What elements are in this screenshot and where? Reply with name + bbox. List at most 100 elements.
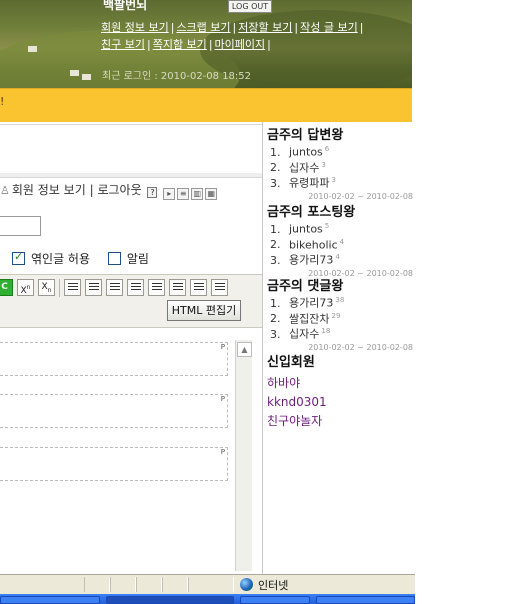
section-title: 금주의 댓글왕 (267, 279, 344, 294)
align-left-icon[interactable] (64, 279, 81, 296)
link-separator: | (359, 21, 364, 34)
ranking-list: 1. 용가리73 38 2. 쌀집잔차 29 3. 십자수 18 (267, 294, 413, 341)
paragraph-block[interactable]: P (0, 394, 228, 428)
status-cell (110, 577, 136, 592)
html-editor-button[interactable]: HTML 편집기 (167, 300, 241, 321)
status-cell (136, 577, 162, 592)
link-mypage[interactable]: 마이페이지 (215, 38, 266, 51)
taskbar-item[interactable] (240, 596, 310, 604)
section-title: 금주의 답변왕 (267, 128, 344, 143)
paragraph-marker: P (220, 448, 225, 456)
member-logout-link[interactable]: 로그아웃 (97, 183, 141, 197)
text-input[interactable] (0, 216, 41, 236)
ranking-item[interactable]: 1. 용가리73 38 (267, 294, 413, 310)
align-center-icon[interactable] (85, 279, 102, 296)
paragraph-marker: P (220, 343, 225, 351)
ranking-item[interactable]: 1. juntos 5 (267, 220, 413, 236)
ranking-item[interactable]: 3. 용가리73 4 (267, 251, 413, 267)
status-cell (84, 577, 110, 592)
ranking-item[interactable]: 2. bikeholic 4 (267, 236, 413, 252)
link-friends[interactable]: 친구 보기 (101, 38, 145, 51)
notify-checkbox[interactable] (107, 252, 121, 265)
link-scrap[interactable]: 스크랩 보기 (176, 21, 230, 34)
header-links-row1: 회원 정보 보기 | 스크랩 보기 | 저장할 보기 | 작성 글 보기 | (101, 19, 365, 35)
unordered-list-icon[interactable] (169, 279, 186, 296)
system-tray[interactable] (316, 596, 415, 604)
editor-content-area[interactable]: P P P (0, 331, 235, 571)
right-sidebar: 금주의 답변왕 1. juntos 6 2. 십자수 3 3. 유령파파 3 2010-02… (262, 122, 415, 574)
ranking-list: 1. juntos 6 2. 십자수 3 3. 유령파파 3 (267, 143, 413, 190)
ranking-list: 1. juntos 5 2. bikeholic 4 3. 용가리73 4 (267, 220, 413, 267)
member-separator: | (89, 183, 94, 197)
align-right-icon[interactable] (106, 279, 123, 296)
globe-icon (240, 578, 253, 591)
posting-kings-section: 금주의 포스팅왕 1. juntos 5 2. bikeholic 4 3. 용가리73 4… (267, 201, 413, 278)
scroll-up-icon[interactable]: ▲ (237, 342, 252, 357)
link-messages[interactable]: 쪽지함 보기 (153, 38, 207, 51)
status-cell (162, 577, 188, 592)
logout-button[interactable]: LOG OUT (228, 0, 272, 13)
link-saved[interactable]: 저장할 보기 (238, 21, 292, 34)
outside-window-area (415, 0, 512, 604)
link-separator: | (232, 21, 237, 34)
ranking-item[interactable]: 3. 유령파파 3 (267, 174, 413, 190)
security-zone-label: 인터넷 (258, 579, 289, 592)
member-toolbar: ♙ 회원 정보 보기 | 로그아웃 ? ▸ ≡ ▥ ▦ (0, 181, 262, 200)
banner-house (70, 70, 79, 76)
align-justify-icon[interactable] (127, 279, 144, 296)
columns-icon[interactable]: ▥ (191, 188, 204, 200)
header-banner: 백팔번뇌 LOG OUT 회원 정보 보기 | 스크랩 보기 | 저장할 보기 | 작성 글… (0, 0, 412, 88)
new-members-section: 신입회원 하바야 kknd0301 친구야놀자 (267, 351, 413, 431)
windows-taskbar (0, 594, 415, 604)
outdent-icon[interactable] (190, 279, 207, 296)
editor-scrollbar[interactable]: ▲ (235, 340, 252, 571)
superscript-button[interactable]: Xn (17, 279, 34, 296)
post-options: 엮인글 허용 알림 (12, 250, 149, 267)
toolbar-separator (59, 279, 60, 297)
link-separator: | (267, 38, 271, 51)
ranking-item[interactable]: 2. 쌀집잔차 29 (267, 310, 413, 326)
media-icon[interactable]: ▸ (163, 188, 176, 200)
link-member-info[interactable]: 회원 정보 보기 (101, 21, 169, 34)
grid-icon[interactable]: ▦ (205, 188, 218, 200)
banner-house (82, 74, 91, 80)
new-member-link[interactable]: 하바야 (267, 374, 413, 393)
ranking-item[interactable]: 2. 십자수 3 (267, 159, 413, 175)
color-button[interactable]: C (0, 279, 13, 296)
member-info-link[interactable]: 회원 정보 보기 (12, 183, 86, 197)
blog-title: 백팔번뇌 (103, 0, 148, 12)
trackback-checkbox[interactable] (12, 250, 25, 265)
status-cell (188, 577, 234, 592)
link-separator: | (294, 21, 299, 34)
divider (0, 173, 262, 177)
indent-icon[interactable] (211, 279, 228, 296)
browser-status-bar: 인터넷 (0, 574, 415, 594)
list-icon[interactable]: ≡ (177, 188, 190, 200)
section-title: 신입회원 (267, 355, 315, 370)
editor-title-area (0, 124, 262, 178)
link-separator: | (146, 38, 151, 51)
paragraph-marker: P (220, 395, 225, 403)
editor-toolbar: C Xn Xn HTML 편집기 (0, 274, 262, 328)
new-member-link[interactable]: 친구야놀자 (267, 412, 413, 431)
trackback-label: 엮인글 허용 (31, 252, 91, 266)
date-range: 2010-02-02 ~ 2010-02-08 (308, 191, 413, 201)
new-member-link[interactable]: kknd0301 (267, 393, 413, 412)
link-separator: | (208, 38, 213, 51)
taskbar-item[interactable] (0, 596, 100, 604)
ranking-item[interactable]: 3. 십자수 18 (267, 325, 413, 341)
yellow-bar-marker: ! (0, 95, 5, 108)
comment-kings-section: 금주의 댓글왕 1. 용가리73 38 2. 쌀집잔차 29 3. 십자수 18 2010-… (267, 275, 413, 352)
paragraph-block[interactable]: P (0, 342, 228, 376)
new-member-list: 하바야 kknd0301 친구야놀자 (267, 374, 413, 431)
link-my-posts[interactable]: 작성 글 보기 (300, 21, 358, 34)
last-login-text: 최근 로그인 : 2010-02-08 18:52 (102, 71, 252, 82)
help-icon[interactable]: ? (147, 187, 158, 198)
subscript-button[interactable]: Xn (38, 279, 55, 296)
ordered-list-icon[interactable] (148, 279, 165, 296)
ranking-item[interactable]: 1. juntos 6 (267, 143, 413, 159)
answer-kings-section: 금주의 답변왕 1. juntos 6 2. 십자수 3 3. 유령파파 3 2010-02… (267, 124, 413, 201)
section-title: 금주의 포스팅왕 (267, 205, 356, 220)
paragraph-block[interactable]: P (0, 447, 228, 481)
taskbar-item-active[interactable] (106, 596, 234, 604)
